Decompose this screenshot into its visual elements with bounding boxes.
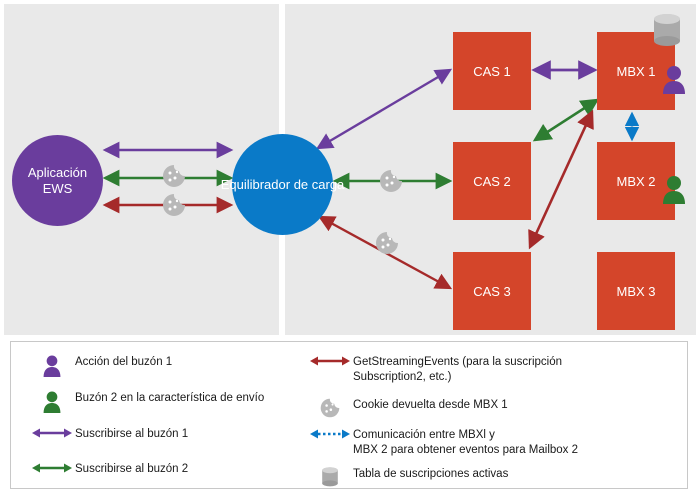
node-cas-3[interactable]: CAS 3 [453,252,531,330]
node-cas-1-label: CAS 1 [473,63,511,79]
database-cylinder-icon [654,14,680,46]
node-mbx-1-label: MBX 1 [616,63,656,79]
arrow-green-double-icon [29,461,75,475]
cookie-icon [380,170,402,192]
legend-item-label: Comunicación entre MBXl y MBX 2 para obt… [353,427,578,458]
node-mbx-3[interactable]: MBX 3 [597,252,675,330]
legend-item-label-line2: Subscription2, etc.) [353,371,452,383]
legend-item-label: Cookie devuelta desde MBX 1 [353,399,508,411]
person-purple-icon [663,66,685,94]
legend-item-comunicacion-mbx: Comunicación entre MBXl y MBX 2 para obt… [307,427,578,458]
node-cas-2[interactable]: CAS 2 [453,142,531,220]
node-mbx-3-label: MBX 3 [616,283,656,299]
legend-item-label: GetStreamingEvents (para la suscripción … [353,354,562,385]
cookie-icon [163,194,185,216]
legend-item-label: Suscribirse al buzón 2 [75,463,189,475]
legend-item-label: Suscribirse al buzón 1 [75,428,189,440]
legend-item-label: Tabla de suscripciones activas [353,468,509,480]
node-cas-1[interactable]: CAS 1 [453,32,531,110]
legend-item-label-line1: GetStreamingEvents (para la suscripción [353,356,563,368]
legend-item-buzon-2-envio: Buzón 2 en la característica de envío [29,390,264,416]
legend: Acción del buzón 1 Buzón 2 en la caracte… [10,341,688,489]
arrow-darkred-double-icon [307,354,353,368]
legend-item-label-line1: Comunicación entre MBXl y [353,429,495,441]
legend-item-suscribirse-buzon-2: Suscribirse al buzón 2 [29,461,188,477]
legend-item-label: Buzón 2 en la característica de envío [75,392,265,404]
node-cas-3-label: CAS 3 [473,283,511,299]
cookie-icon [163,165,185,187]
cookie-icon [307,397,353,419]
arrow-blue-dotted-double-icon [307,427,353,441]
person-green-icon [663,176,685,204]
legend-item-getstreamingevents: GetStreamingEvents (para la suscripción … [307,354,562,385]
node-load-balancer[interactable]: Equilibrador de carga [221,134,344,235]
person-purple-icon [29,354,75,380]
node-mbx-2-label: MBX 2 [616,173,656,189]
legend-item-tabla-suscripciones: Tabla de suscripciones activas [307,466,508,490]
legend-item-cookie-mbx1: Cookie devuelta desde MBX 1 [307,397,508,419]
node-load-balancer-label: Equilibrador de carga [220,176,345,192]
node-ews-label: Aplicación EWS [27,164,88,196]
diagram-root: Aplicación EWS Equilibrador de carga CAS… [0,0,700,501]
node-cas-2-label: CAS 2 [473,173,511,189]
cookie-icon [376,232,398,254]
person-green-icon [29,390,75,416]
node-ews[interactable]: Aplicación EWS [12,135,103,226]
legend-item-label: Acción del buzón 1 [75,356,173,368]
legend-item-suscribirse-buzon-1: Suscribirse al buzón 1 [29,426,188,442]
arrow-purple-double-icon [29,426,75,440]
database-cylinder-icon [307,466,353,490]
legend-item-label-line2: MBX 2 para obtener eventos para Mailbox … [353,444,579,456]
legend-item-accion-buzon-1: Acción del buzón 1 [29,354,172,380]
